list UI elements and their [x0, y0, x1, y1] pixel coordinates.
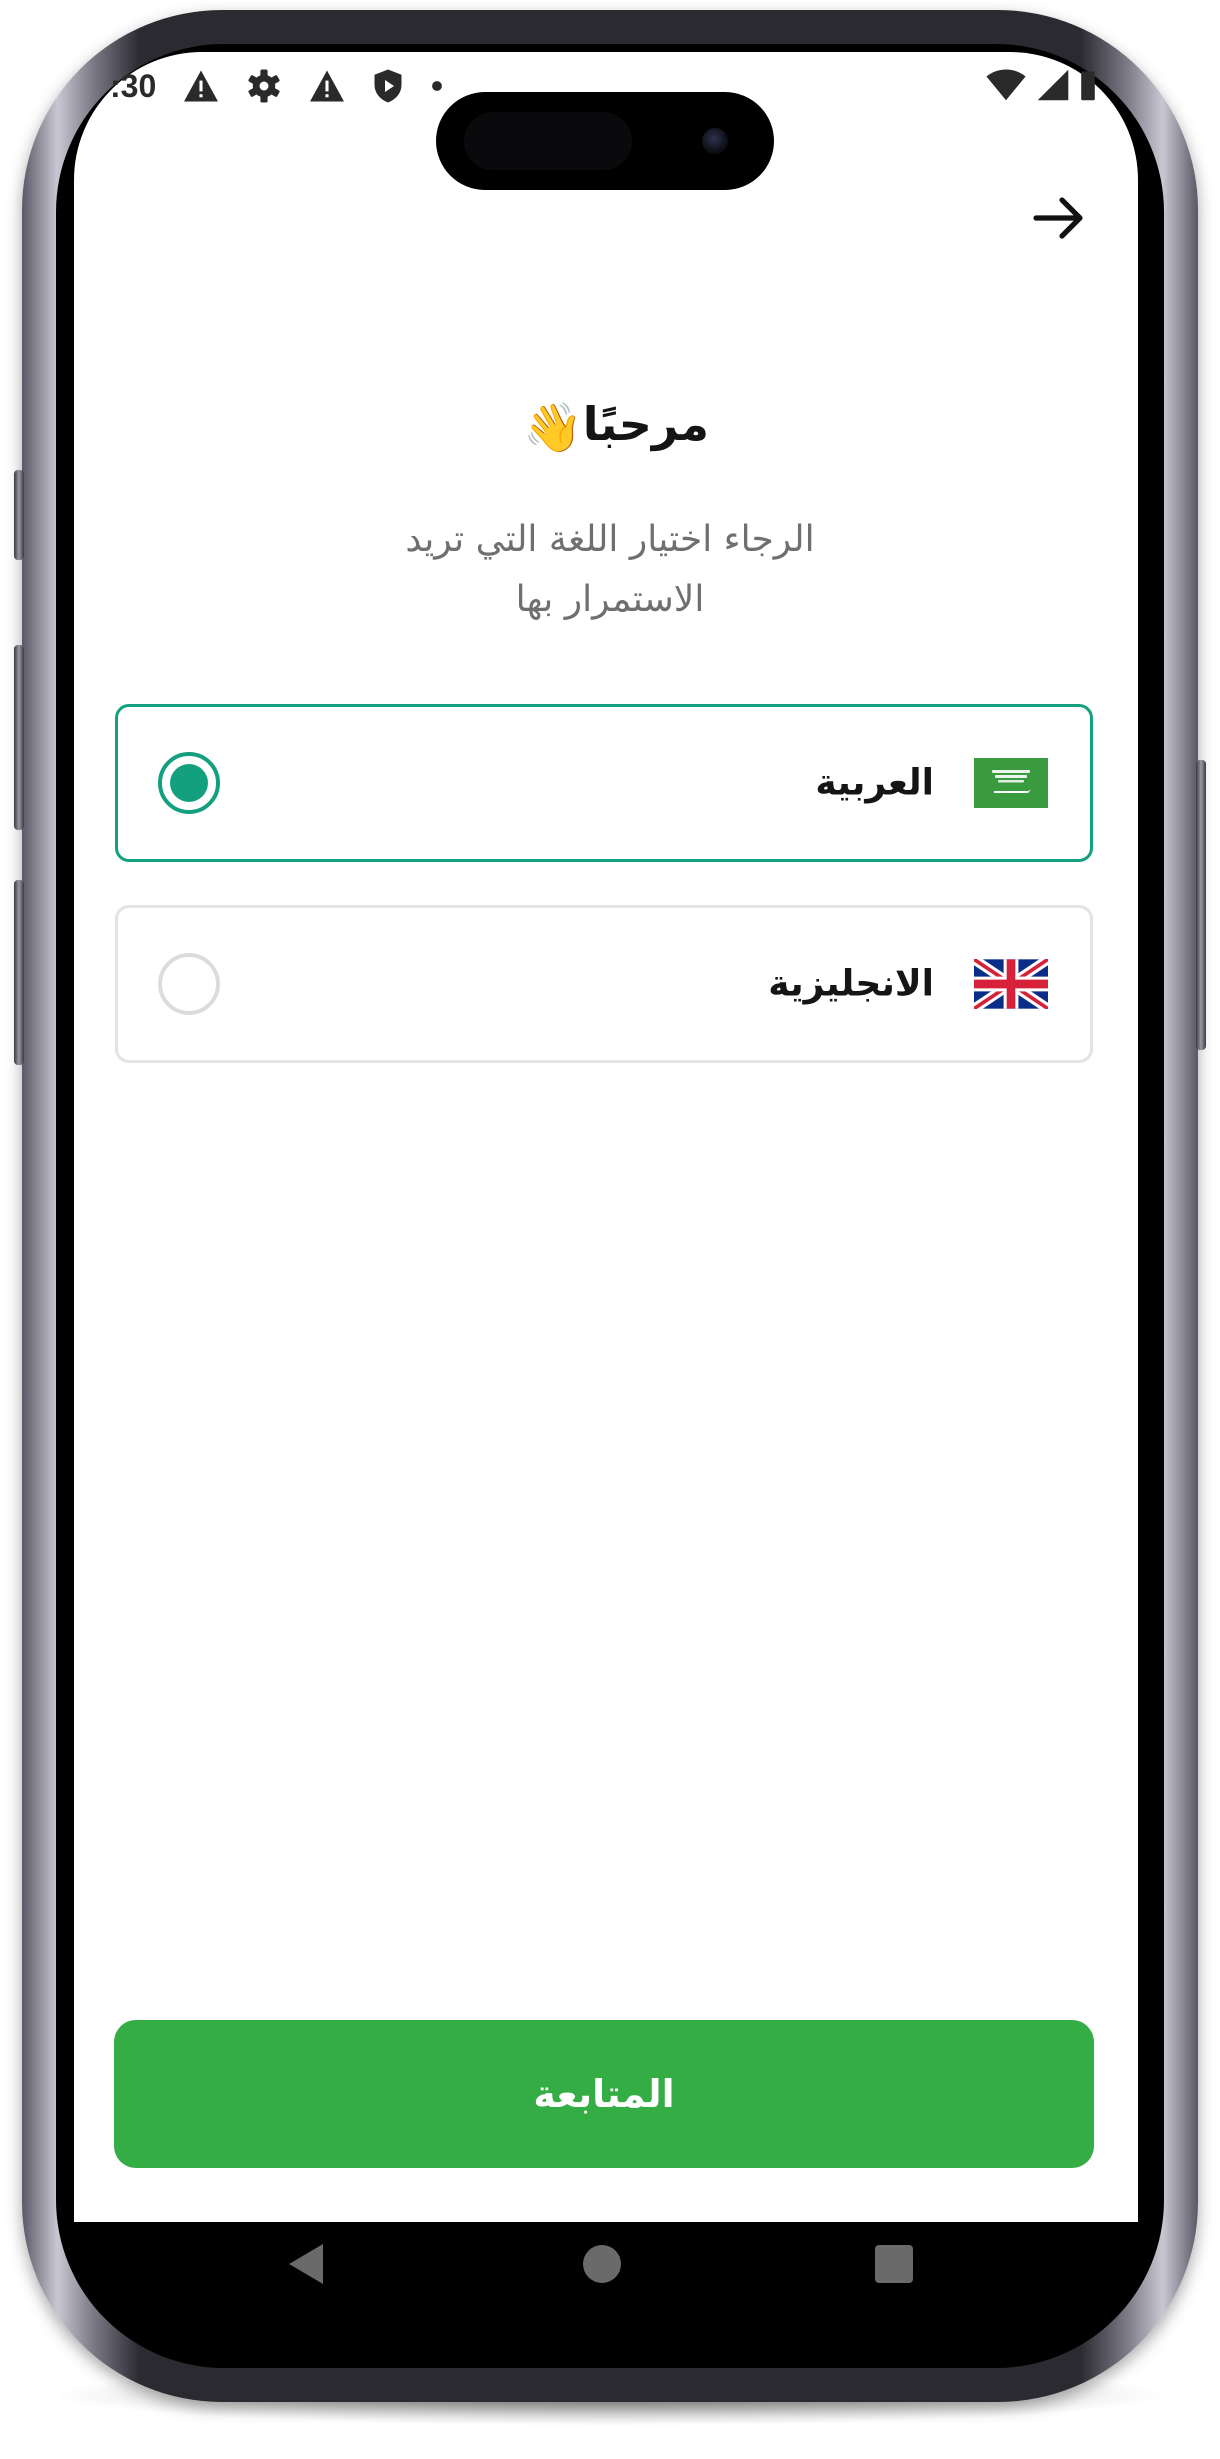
waving-hand-icon: 👋 [522, 400, 583, 456]
language-label-arabic: العربية [815, 762, 934, 804]
welcome-title-text: مرحبًا [582, 397, 710, 451]
battery-icon [1081, 71, 1095, 101]
saudi-flag-icon [974, 758, 1048, 808]
status-bar-left: :30 [110, 66, 444, 106]
welcome-title: مرحبًا👋 [0, 395, 1220, 456]
app-screen [74, 52, 1138, 2222]
continue-button[interactable]: المتابعة [114, 2020, 1094, 2168]
status-bar-right [985, 68, 1097, 102]
front-camera [702, 128, 728, 154]
radio-selected[interactable] [158, 752, 220, 814]
face-id-sensor [464, 112, 632, 170]
recents-square-icon[interactable] [874, 2244, 914, 2284]
language-label-english: الانجليزية [768, 963, 934, 1005]
volume-up-button [14, 645, 24, 830]
welcome-subtitle: الرجاء اختيار اللغة التي تريد الاستمرار … [0, 510, 1220, 630]
wifi-icon [986, 69, 1026, 101]
dynamic-island [436, 92, 774, 190]
language-option-english[interactable]: الانجليزية [115, 905, 1093, 1063]
subtitle-line-2: الاستمرار بها [515, 579, 705, 620]
volume-down-button [14, 880, 24, 1065]
system-nav-bar [74, 2222, 1138, 2352]
radio-unselected[interactable] [158, 953, 220, 1015]
uk-flag-icon [974, 959, 1048, 1009]
dot-icon [432, 81, 443, 91]
settings-gear-icon [248, 69, 280, 103]
arrow-right-icon [1033, 197, 1083, 239]
signal-icon [1037, 69, 1069, 101]
back-button[interactable] [1030, 190, 1090, 246]
warning-icon [310, 70, 345, 102]
home-circle-icon[interactable] [582, 2244, 622, 2284]
shield-play-icon [374, 69, 402, 103]
warning-icon [184, 70, 219, 102]
language-option-arabic[interactable]: العربية [115, 704, 1093, 862]
status-time: :30 [110, 67, 157, 104]
subtitle-line-1: الرجاء اختيار اللغة التي تريد [405, 519, 815, 560]
back-triangle-icon[interactable] [287, 2242, 325, 2286]
power-button [1196, 760, 1206, 1050]
